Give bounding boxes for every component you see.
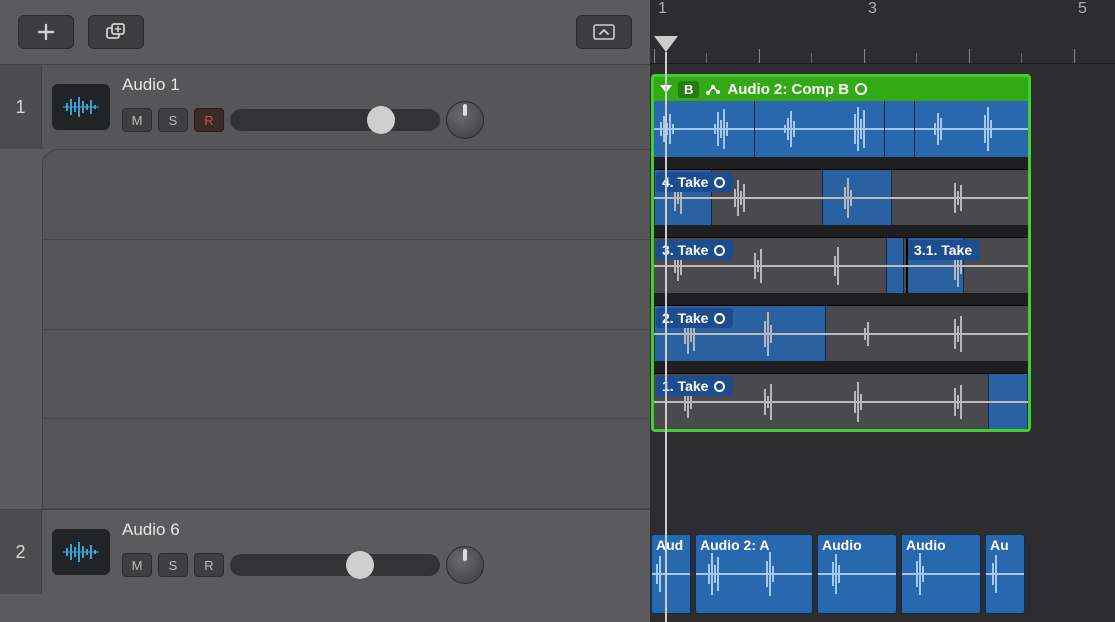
take-lane[interactable]: 1. Take xyxy=(654,373,1028,429)
arrange-area[interactable]: 1 3 5 B xyxy=(650,0,1115,622)
audio-region[interactable]: Audio 2: A xyxy=(695,534,813,614)
audio-region[interactable]: Audio xyxy=(901,534,981,614)
track-number: 2 xyxy=(0,510,42,594)
take-label[interactable]: 3. Take xyxy=(656,240,733,260)
solo-button[interactable]: S xyxy=(158,108,188,132)
mute-button[interactable]: M xyxy=(122,108,152,132)
duplicate-track-button[interactable] xyxy=(88,15,144,49)
take-lane[interactable]: 4. Take xyxy=(654,169,1028,225)
track-header-1[interactable]: 1 Audio xyxy=(0,64,650,149)
playhead-icon[interactable] xyxy=(654,36,678,52)
take-lane[interactable]: 3. Take 3.1. Take xyxy=(654,237,1028,293)
bar-ruler[interactable]: 1 3 5 xyxy=(650,0,1115,64)
track-header-2[interactable]: 2 Audio xyxy=(0,509,650,594)
ruler-mark: 1 xyxy=(658,0,667,18)
take-label[interactable]: 1. Take xyxy=(656,376,733,396)
comp-header[interactable]: B Audio 2: Comp B xyxy=(654,77,1028,101)
track-number: 1 xyxy=(0,65,42,149)
volume-slider[interactable] xyxy=(230,109,440,131)
track-type-audio-icon xyxy=(52,529,110,575)
loop-indicator-icon xyxy=(855,83,867,95)
take-label[interactable]: 2. Take xyxy=(656,308,733,328)
take-lane[interactable]: 2. Take xyxy=(654,305,1028,361)
add-track-button[interactable] xyxy=(18,15,74,49)
track-type-audio-icon xyxy=(52,84,110,130)
audio-region[interactable]: Au xyxy=(985,534,1025,614)
take-label[interactable]: 4. Take xyxy=(656,172,733,192)
mute-button[interactable]: M xyxy=(122,553,152,577)
comp-title: Audio 2: Comp B xyxy=(727,81,849,98)
collapse-header-button[interactable] xyxy=(576,15,632,49)
track-name[interactable]: Audio 6 xyxy=(122,520,638,540)
comp-badge: B xyxy=(678,81,699,98)
toolbar xyxy=(0,0,650,64)
comp-waveform[interactable] xyxy=(654,101,1028,157)
record-enable-button[interactable]: R xyxy=(194,553,224,577)
pan-knob[interactable] xyxy=(446,546,484,584)
ruler-mark: 5 xyxy=(1078,0,1087,18)
track-name[interactable]: Audio 1 xyxy=(122,75,638,95)
ruler-mark: 3 xyxy=(868,0,877,18)
take-split-label[interactable]: 3.1. Take xyxy=(908,240,980,260)
audio-region[interactable]: Aud xyxy=(651,534,691,614)
volume-slider[interactable] xyxy=(230,554,440,576)
take-folder-region[interactable]: B Audio 2: Comp B xyxy=(651,74,1031,432)
take-folder-lanes xyxy=(42,149,650,509)
track-2-clips: Aud Audio 2: A Audio Audio xyxy=(651,534,1025,614)
playhead-line xyxy=(665,52,667,622)
quick-swipe-icon xyxy=(705,82,721,96)
pan-knob[interactable] xyxy=(446,101,484,139)
record-enable-button[interactable]: R xyxy=(194,108,224,132)
audio-region[interactable]: Audio xyxy=(817,534,897,614)
solo-button[interactable]: S xyxy=(158,553,188,577)
track-header-panel: 1 Audio xyxy=(0,0,650,622)
